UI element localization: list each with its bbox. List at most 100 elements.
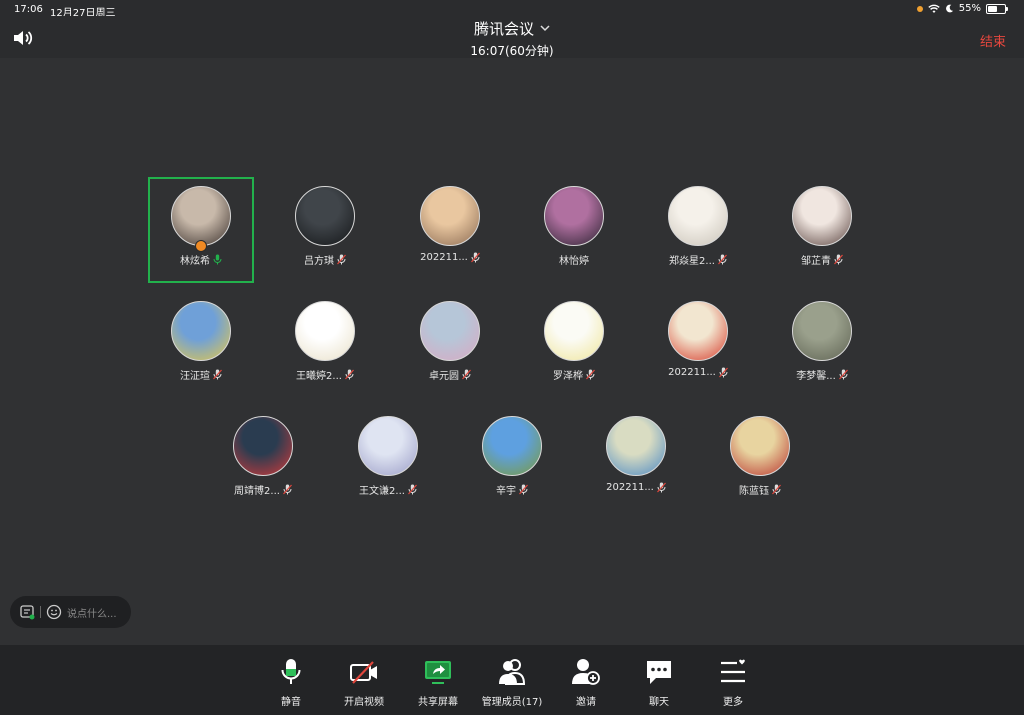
start-video-button[interactable]: 开启视频 [324, 657, 404, 708]
participant-tile[interactable]: 邹芷青 [769, 177, 875, 283]
participant-tile[interactable]: 卓元圆 [397, 292, 503, 398]
mic-muted-icon [718, 254, 727, 265]
chat-icon [647, 661, 671, 684]
participant-name: 202211... [606, 482, 654, 493]
participant-name-row: 陈蓝钰 [739, 482, 781, 497]
avatar [544, 301, 604, 361]
mic-muted-icon [772, 484, 781, 495]
participant-tile[interactable]: 陈蓝钰 [707, 407, 813, 513]
avatar [482, 416, 542, 476]
participant-name: 陈蓝钰 [739, 486, 769, 497]
bottom-toolbar: 静音 开启视频 共享屏幕 管理成员(17) 邀请 聊天 更多 [0, 645, 1024, 715]
participant-name: 202211... [668, 367, 716, 378]
battery-percent: 55% [958, 3, 981, 14]
chat-label: 聊天 [649, 697, 669, 708]
participant-name: 林炫希 [180, 256, 210, 267]
participant-name: 李梦馨... [796, 371, 836, 382]
more-icon [721, 659, 745, 683]
participant-name-row: 汪泟瑄 [180, 367, 222, 382]
participant-tile[interactable]: 罗泽桦 [521, 292, 627, 398]
participant-name-row: 202211... [606, 482, 666, 493]
share-screen-icon [425, 661, 451, 684]
mic-muted-icon [586, 369, 595, 380]
avatar [171, 301, 231, 361]
participant-tile[interactable]: 郑焱星2... [645, 177, 751, 283]
participant-name: 林怡婷 [559, 256, 589, 267]
mic-muted-icon [345, 369, 354, 380]
avatar [295, 301, 355, 361]
chevron-down-icon [540, 25, 550, 32]
avatar [730, 416, 790, 476]
more-label: 更多 [723, 697, 743, 708]
participant-tile[interactable]: 202211... [645, 292, 751, 398]
participant-tile[interactable]: 吕方琪 [272, 177, 378, 283]
avatar [792, 301, 852, 361]
participant-name-row: 王文谦2... [359, 482, 417, 497]
invite-button[interactable]: 邀请 [546, 657, 626, 708]
mic-muted-icon [718, 367, 728, 378]
avatar [668, 186, 728, 246]
share-screen-button[interactable]: 共享屏幕 [398, 657, 478, 708]
participant-tile[interactable]: 辛宇 [459, 407, 565, 513]
mic-muted-icon [519, 484, 528, 495]
avatar [544, 186, 604, 246]
moon-icon [945, 4, 953, 13]
quick-chat-bar[interactable]: 说点什么... [10, 596, 131, 628]
more-button[interactable]: 更多 [693, 657, 773, 708]
mute-label: 静音 [281, 697, 301, 708]
participant-name-row: 郑焱星2... [669, 252, 727, 267]
mic-muted-icon [470, 252, 480, 263]
chat-input-placeholder[interactable]: 说点什么... [67, 605, 117, 620]
divider [40, 606, 41, 618]
avatar [358, 416, 418, 476]
participant-name-row: 202211... [668, 367, 728, 378]
avatar [606, 416, 666, 476]
participant-tile[interactable]: 李梦馨... [769, 292, 875, 398]
participant-name-row: 李梦馨... [796, 367, 848, 382]
end-meeting-button[interactable]: 结束 [980, 31, 1006, 50]
members-icon [499, 659, 526, 685]
avatar [420, 301, 480, 361]
participant-name: 汪泟瑄 [180, 371, 210, 382]
avatar [171, 186, 231, 246]
manage-members-label: 管理成员(17) [481, 697, 543, 708]
wifi-icon [928, 4, 940, 13]
participant-name: 王文谦2... [359, 486, 405, 497]
emoji-icon[interactable] [46, 604, 62, 620]
participant-name-row: 邹芷青 [801, 252, 843, 267]
meeting-title[interactable]: 腾讯会议 [474, 18, 550, 39]
participant-name: 王曦婷2... [296, 371, 342, 382]
participant-tile[interactable]: 周靖博2... [210, 407, 316, 513]
participant-tile[interactable]: 汪泟瑄 [148, 292, 254, 398]
participant-name-row: 罗泽桦 [553, 367, 595, 382]
participant-name-row: 周靖博2... [234, 482, 292, 497]
status-time: 17:06 [14, 4, 43, 15]
start-video-label: 开启视频 [344, 697, 384, 708]
participant-name: 罗泽桦 [553, 371, 583, 382]
avatar [420, 186, 480, 246]
participant-name-row: 王曦婷2... [296, 367, 354, 382]
manage-members-button[interactable]: 管理成员(17) [472, 657, 552, 708]
chat-button[interactable]: 聊天 [619, 657, 699, 708]
participant-name: 吕方琪 [304, 256, 334, 267]
chat-list-icon[interactable] [19, 604, 35, 620]
status-right: 55% [916, 3, 1008, 14]
mic-muted-icon [838, 369, 848, 380]
mic-muted-icon [462, 369, 471, 380]
mic-muted-icon [408, 484, 417, 495]
mute-button[interactable]: 静音 [251, 657, 331, 708]
participant-tile[interactable]: 王曦婷2... [272, 292, 378, 398]
host-badge-icon [195, 240, 207, 252]
avatar [668, 301, 728, 361]
participant-tile[interactable]: 202211... [397, 177, 503, 283]
mic-on-icon [213, 254, 222, 265]
participant-tile[interactable]: 林炫希 [148, 177, 254, 283]
participant-name-row: 林怡婷 [559, 252, 589, 267]
participant-tile[interactable]: 202211... [583, 407, 689, 513]
participant-tile[interactable]: 林怡婷 [521, 177, 627, 283]
avatar [233, 416, 293, 476]
participant-name: 卓元圆 [429, 371, 459, 382]
participant-name-row: 林炫希 [180, 252, 222, 267]
participant-tile[interactable]: 王文谦2... [335, 407, 441, 513]
mic-muted-icon [213, 369, 222, 380]
